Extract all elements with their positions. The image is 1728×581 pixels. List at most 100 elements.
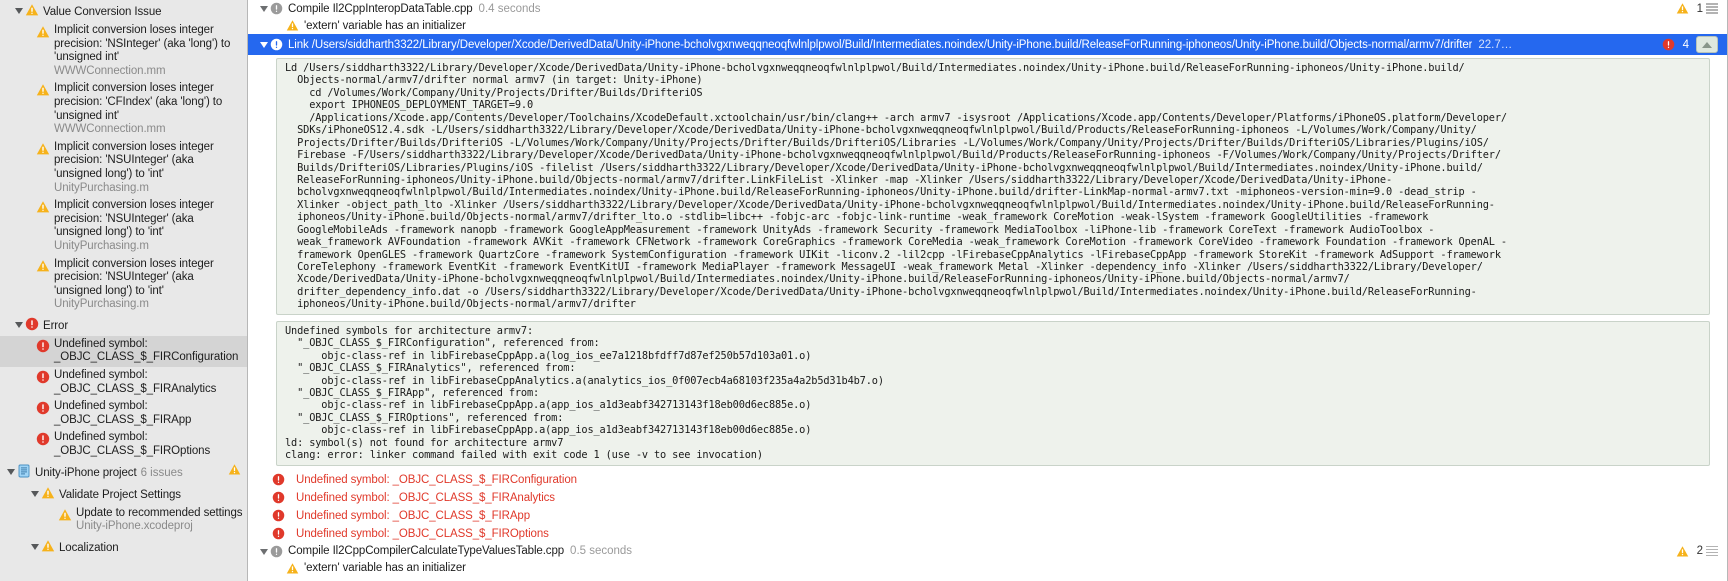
error-icon — [36, 401, 50, 415]
warning-icon — [36, 259, 50, 273]
sidebar-group-label: Localization — [59, 541, 119, 554]
project-issue-count: 6 issues — [140, 466, 183, 479]
build-step-icon — [270, 545, 283, 558]
log-row-compile-interop-data-table[interactable]: Compile Il2CppInteropDataTable.cpp 0.4 s… — [248, 0, 1728, 17]
log-error-row[interactable]: Undefined symbol: _OBJC_CLASS_$_FIRConfi… — [248, 471, 1728, 489]
error-icon — [272, 527, 285, 540]
error-icon — [272, 509, 285, 522]
log-warning-label: 'extern' variable has an initializer — [304, 562, 466, 575]
sidebar-issue-item[interactable]: Update to recommended settings Unity-iPh… — [0, 505, 247, 536]
disclosure-triangle-icon[interactable] — [14, 4, 25, 17]
log-row-right-controls: 4 — [1662, 36, 1728, 53]
error-icon — [36, 339, 50, 353]
sidebar-issue-item-selected[interactable]: Undefined symbol: _OBJC_CLASS_$_FIRConfi… — [0, 335, 247, 368]
warning-icon — [1676, 2, 1689, 15]
warning-icon — [36, 83, 50, 97]
disclosure-triangle-icon[interactable] — [30, 487, 41, 500]
sidebar-group-value-conversion-issue[interactable]: Value Conversion Issue — [0, 0, 247, 22]
log-error-text: Undefined symbol: _OBJC_CLASS_$_FIROptio… — [296, 527, 549, 540]
log-error-text: Undefined symbol: _OBJC_CLASS_$_FIRApp — [296, 509, 530, 522]
log-step-label: Compile Il2CppInteropDataTable.cpp — [288, 2, 473, 15]
sidebar-project-row[interactable]: Unity-iPhone project 6 issues — [0, 461, 247, 483]
expand-transcript-icon[interactable] — [1706, 545, 1718, 557]
log-row-warning-extern-top[interactable]: 'extern' variable has an initializer — [248, 17, 1728, 34]
issue-file: WWWConnection.mm — [54, 123, 166, 136]
error-icon — [272, 473, 285, 486]
log-row-right-controls: 2 — [1676, 545, 1728, 558]
sidebar-group-error[interactable]: Error — [0, 314, 247, 336]
warning-icon — [36, 25, 50, 39]
warning-icon — [36, 200, 50, 214]
sidebar-issue-item[interactable]: Undefined symbol: _OBJC_CLASS_$_FIRAnaly… — [0, 367, 247, 398]
link-command-transcript[interactable]: Ld /Users/siddharth3322/Library/Develope… — [276, 58, 1710, 315]
log-step-duration: 22.7… — [1478, 38, 1513, 51]
issue-file: UnityPurchasing.m — [54, 298, 149, 311]
warning-icon — [36, 142, 50, 156]
log-error-row[interactable]: Undefined symbol: _OBJC_CLASS_$_FIRAnaly… — [248, 489, 1728, 507]
log-warning-label: 'extern' variable has an initializer — [304, 19, 466, 32]
linker-output-transcript[interactable]: Undefined symbols for architecture armv7… — [276, 320, 1710, 466]
expand-transcript-icon[interactable] — [1706, 3, 1718, 14]
sidebar-issue-item[interactable]: Implicit conversion loses integer precis… — [0, 22, 247, 80]
error-icon — [36, 432, 50, 446]
build-step-icon — [270, 2, 283, 15]
disclosure-triangle-icon[interactable] — [6, 465, 17, 478]
error-icon — [25, 317, 39, 331]
xcode-issue-navigator-and-log: Value Conversion Issue Implicit conversi… — [0, 0, 1728, 581]
sidebar-issue-item[interactable]: Undefined symbol: _OBJC_CLASS_$_FIROptio… — [0, 429, 247, 460]
log-step-label: Compile Il2CppCompilerCalculateTypeValue… — [288, 545, 565, 558]
error-icon — [36, 370, 50, 384]
issue-file: UnityPurchasing.m — [54, 181, 149, 194]
warning-icon — [25, 3, 39, 17]
issue-title: Implicit conversion loses integer precis… — [54, 140, 214, 180]
collapse-transcript-button[interactable] — [1696, 36, 1718, 53]
issue-title: Update to recommended settings — [76, 506, 243, 519]
disclosure-triangle-icon[interactable] — [260, 38, 270, 51]
issue-title: Implicit conversion loses integer precis… — [54, 199, 214, 239]
disclosure-triangle-icon[interactable] — [260, 2, 270, 15]
sidebar-group-label: Validate Project Settings — [59, 488, 181, 501]
log-error-row[interactable]: Undefined symbol: _OBJC_CLASS_$_FIROptio… — [248, 525, 1728, 543]
log-error-row[interactable]: Undefined symbol: _OBJC_CLASS_$_FIRApp — [248, 507, 1728, 525]
sidebar-group-label: Value Conversion Issue — [43, 6, 162, 18]
issue-file: UnityPurchasing.m — [54, 239, 149, 252]
log-row-link-selected[interactable]: Link /Users/siddharth3322/Library/Develo… — [248, 34, 1728, 55]
project-document-icon — [17, 464, 31, 478]
error-count: 4 — [1682, 38, 1689, 51]
warning-icon — [1676, 545, 1689, 558]
warning-icon — [286, 19, 299, 32]
log-step-duration: 0.5 seconds — [570, 545, 633, 558]
issue-title: Undefined symbol: _OBJC_CLASS_$_FIRConfi… — [54, 337, 239, 364]
sidebar-group-validate-project-settings[interactable]: Validate Project Settings — [0, 483, 247, 505]
disclosure-triangle-icon[interactable] — [260, 545, 270, 558]
sidebar-issue-item[interactable]: Implicit conversion loses integer precis… — [0, 256, 247, 314]
build-log-panel: Compile Il2CppInteropDataTable.cpp 0.4 s… — [248, 0, 1728, 581]
log-error-text: Undefined symbol: _OBJC_CLASS_$_FIRConfi… — [296, 473, 577, 486]
log-step-label: Link /Users/siddharth3322/Library/Develo… — [288, 38, 1473, 51]
sidebar-issue-item[interactable]: Implicit conversion loses integer precis… — [0, 197, 247, 255]
disclosure-triangle-icon[interactable] — [30, 540, 41, 553]
warning-icon — [41, 486, 55, 500]
warning-icon — [58, 508, 72, 522]
log-step-duration: 0.4 seconds — [478, 2, 541, 15]
linker-output-text: Undefined symbols for architecture armv7… — [285, 324, 884, 462]
issue-title: Undefined symbol: _OBJC_CLASS_$_FIRAnaly… — [54, 369, 217, 395]
issue-navigator-sidebar: Value Conversion Issue Implicit conversi… — [0, 0, 248, 581]
project-name: Unity-iPhone project — [35, 466, 137, 479]
log-row-warning-extern-bottom[interactable]: 'extern' variable has an initializer — [248, 560, 1728, 577]
sidebar-issue-item[interactable]: Undefined symbol: _OBJC_CLASS_$_FIRApp — [0, 398, 247, 429]
error-icon — [1662, 38, 1675, 51]
sidebar-group-localization[interactable]: Localization — [0, 536, 247, 558]
issue-file: WWWConnection.mm — [54, 64, 166, 77]
disclosure-triangle-icon[interactable] — [14, 318, 25, 331]
warning-icon — [228, 463, 241, 476]
issue-title: Undefined symbol: _OBJC_CLASS_$_FIROptio… — [54, 431, 211, 458]
issue-title: Implicit conversion loses integer precis… — [54, 257, 214, 297]
build-step-icon — [270, 38, 283, 51]
warning-count: 2 — [1696, 545, 1703, 558]
log-row-compile-calculate-type-values[interactable]: Compile Il2CppCompilerCalculateTypeValue… — [248, 543, 1728, 560]
sidebar-issue-item[interactable]: Implicit conversion loses integer precis… — [0, 139, 247, 197]
issue-title: Undefined symbol: _OBJC_CLASS_$_FIRApp — [54, 400, 192, 426]
sidebar-issue-item[interactable]: Implicit conversion loses integer precis… — [0, 80, 247, 138]
link-command-text: Ld /Users/siddharth3322/Library/Develope… — [285, 62, 1507, 311]
